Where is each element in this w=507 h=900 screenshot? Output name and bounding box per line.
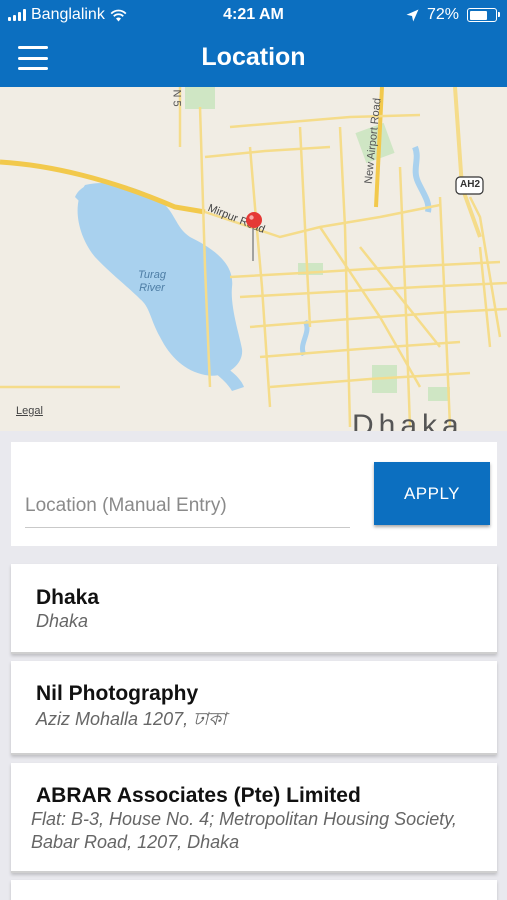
location-manual-entry-input[interactable]: [25, 484, 350, 528]
result-address: Aziz Mohalla 1207, ঢাকা: [36, 709, 227, 729]
page-title: Location: [201, 43, 306, 71]
map-label-n5: N 5: [170, 89, 183, 107]
location-arrow-icon: [406, 9, 419, 21]
battery-percent: 72%: [426, 6, 459, 23]
status-bar: Banglalink 4:21 AM 72%: [0, 0, 507, 30]
map-pin-icon[interactable]: [245, 211, 263, 263]
map-label-turag-river: Turag River: [138, 269, 166, 294]
map-label-ah2: AH2: [460, 179, 481, 190]
location-entry-card: APPLY: [11, 442, 497, 546]
list-item[interactable]: Dhaka Dhaka: [11, 564, 497, 654]
result-address: Dhaka: [36, 611, 89, 631]
list-item[interactable]: ABRAR Associates (Pte) Limited Flat: B-3…: [11, 763, 497, 873]
result-address: Flat: B-3, House No. 4; Metropolitan Hou…: [31, 809, 457, 852]
app-header: Location: [0, 30, 507, 87]
list-item[interactable]: [11, 880, 497, 900]
status-right: 72%: [406, 6, 500, 24]
battery-icon: [467, 8, 500, 22]
list-item[interactable]: Nil Photography Aziz Mohalla 1207, ঢাকা: [11, 661, 497, 755]
result-name: Nil Photography: [36, 682, 199, 705]
result-name: ABRAR Associates (Pte) Limited: [36, 784, 361, 807]
apply-button[interactable]: APPLY: [374, 462, 490, 525]
result-name: Dhaka: [36, 586, 100, 609]
map-label-dhaka: Dhaka: [352, 409, 464, 431]
map-legal-link[interactable]: Legal: [16, 405, 43, 417]
map-view[interactable]: N 5 New Airport Road AH2 Mirpur Road Tur…: [0, 87, 507, 431]
